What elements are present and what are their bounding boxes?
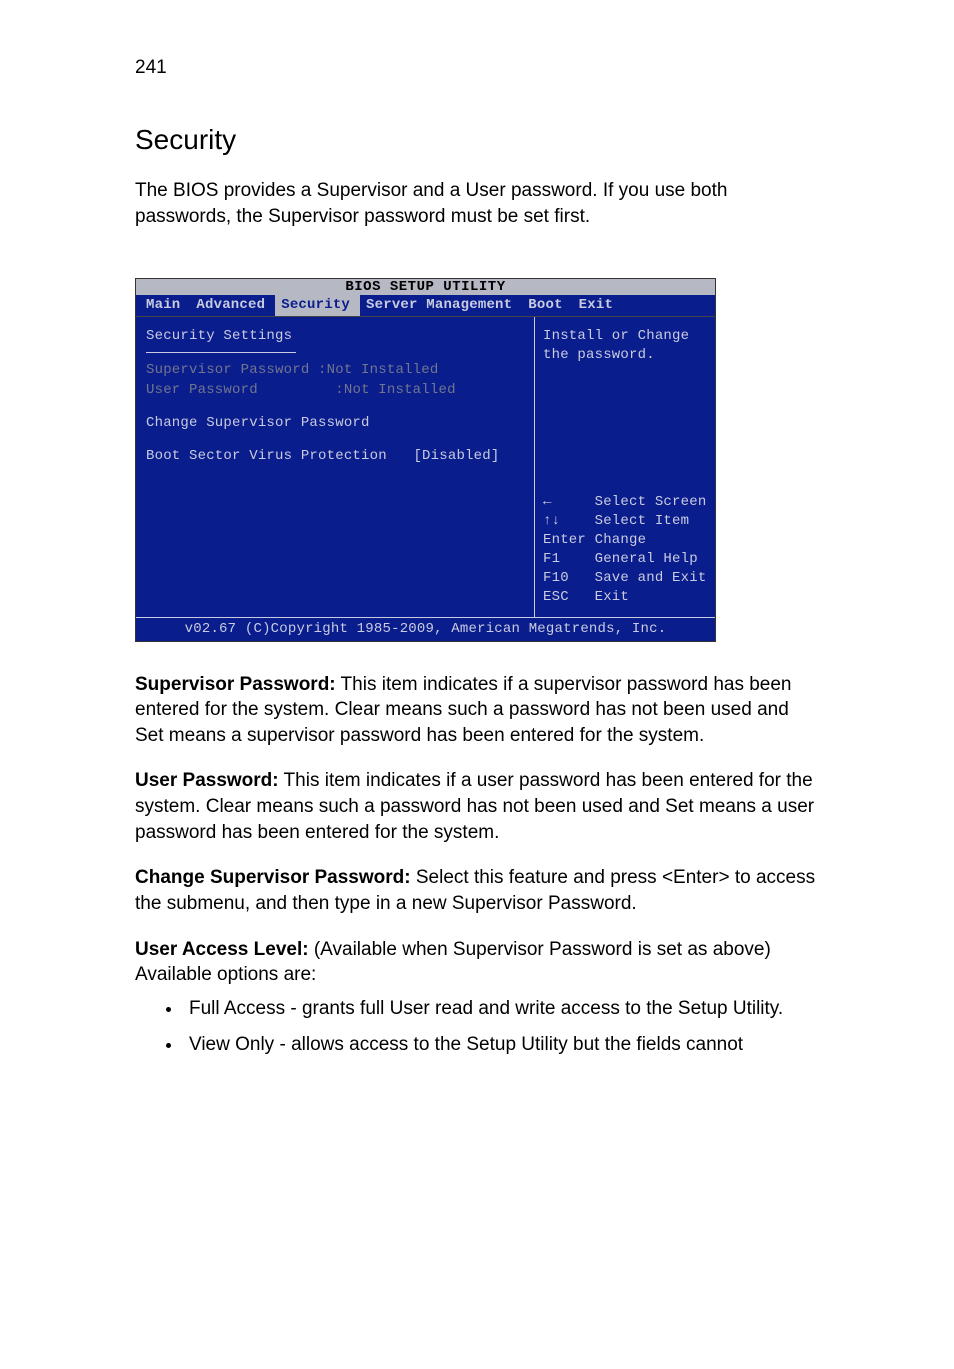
key-change: Enter Change	[543, 531, 707, 550]
supervisor-password-label: Supervisor Password	[146, 362, 309, 378]
bios-tab-server-management[interactable]: Server Management	[360, 295, 522, 316]
key-save-exit: F10 Save and Exit	[543, 569, 707, 588]
section-heading: Security	[135, 121, 819, 159]
bios-right-panel: Install or Change the password. ← Select…	[535, 317, 715, 617]
supervisor-password-value: :Not Installed	[318, 362, 438, 378]
user-password-value: :Not Installed	[335, 382, 455, 398]
boot-sector-virus-protection[interactable]: Boot Sector Virus Protection [Disabled]	[146, 447, 524, 466]
supervisor-password-status: Supervisor Password :Not Installed	[146, 361, 524, 380]
user-access-level-bold: User Access Level:	[135, 939, 309, 960]
user-password-bold: User Password:	[135, 770, 279, 791]
user-password-status: User Password :Not Installed	[146, 381, 524, 400]
option-view-only: View Only - allows access to the Setup U…	[183, 1032, 819, 1058]
boot-sector-value: [Disabled]	[413, 448, 499, 464]
change-supervisor-paragraph: Change Supervisor Password: Select this …	[135, 865, 819, 916]
supervisor-password-paragraph: Supervisor Password: This item indicates…	[135, 672, 819, 749]
bios-tab-advanced[interactable]: Advanced	[190, 295, 275, 316]
bios-tab-boot[interactable]: Boot	[522, 295, 572, 316]
user-password-label: User Password	[146, 382, 258, 398]
change-supervisor-bold: Change Supervisor Password:	[135, 867, 411, 888]
key-select-screen: ← Select Screen	[543, 493, 707, 512]
bios-tabs: Main Advanced Security Server Management…	[136, 295, 715, 316]
security-settings-title: Security Settings	[146, 327, 524, 346]
key-exit: ESC Exit	[543, 588, 707, 607]
bios-title: BIOS SETUP UTILITY	[136, 279, 715, 295]
intro-paragraph: The BIOS provides a Supervisor and a Use…	[135, 178, 819, 229]
change-supervisor-password[interactable]: Change Supervisor Password	[146, 414, 524, 433]
page-number: 241	[135, 55, 819, 81]
boot-sector-label: Boot Sector Virus Protection	[146, 448, 387, 464]
bios-left-panel: Security Settings Supervisor Password :N…	[136, 317, 535, 617]
bios-screenshot: BIOS SETUP UTILITY Main Advanced Securit…	[135, 278, 716, 642]
supervisor-password-bold: Supervisor Password:	[135, 674, 336, 695]
bios-tab-exit[interactable]: Exit	[573, 295, 623, 316]
bios-key-hints: ← Select Screen ↑↓ Select Item Enter Cha…	[543, 493, 707, 606]
key-select-item: ↑↓ Select Item	[543, 512, 707, 531]
bios-tab-main[interactable]: Main	[140, 295, 190, 316]
bios-help-text: Install or Change the password.	[543, 327, 707, 365]
user-password-paragraph: User Password: This item indicates if a …	[135, 768, 819, 845]
separator-line	[146, 352, 296, 353]
user-access-level-paragraph: User Access Level: (Available when Super…	[135, 937, 819, 988]
bios-tab-security[interactable]: Security	[275, 295, 360, 316]
bios-footer: v02.67 (C)Copyright 1985-2009, American …	[136, 617, 715, 641]
access-options-list: Full Access - grants full User read and …	[135, 996, 819, 1057]
option-full-access: Full Access - grants full User read and …	[183, 996, 819, 1022]
key-general-help: F1 General Help	[543, 550, 707, 569]
